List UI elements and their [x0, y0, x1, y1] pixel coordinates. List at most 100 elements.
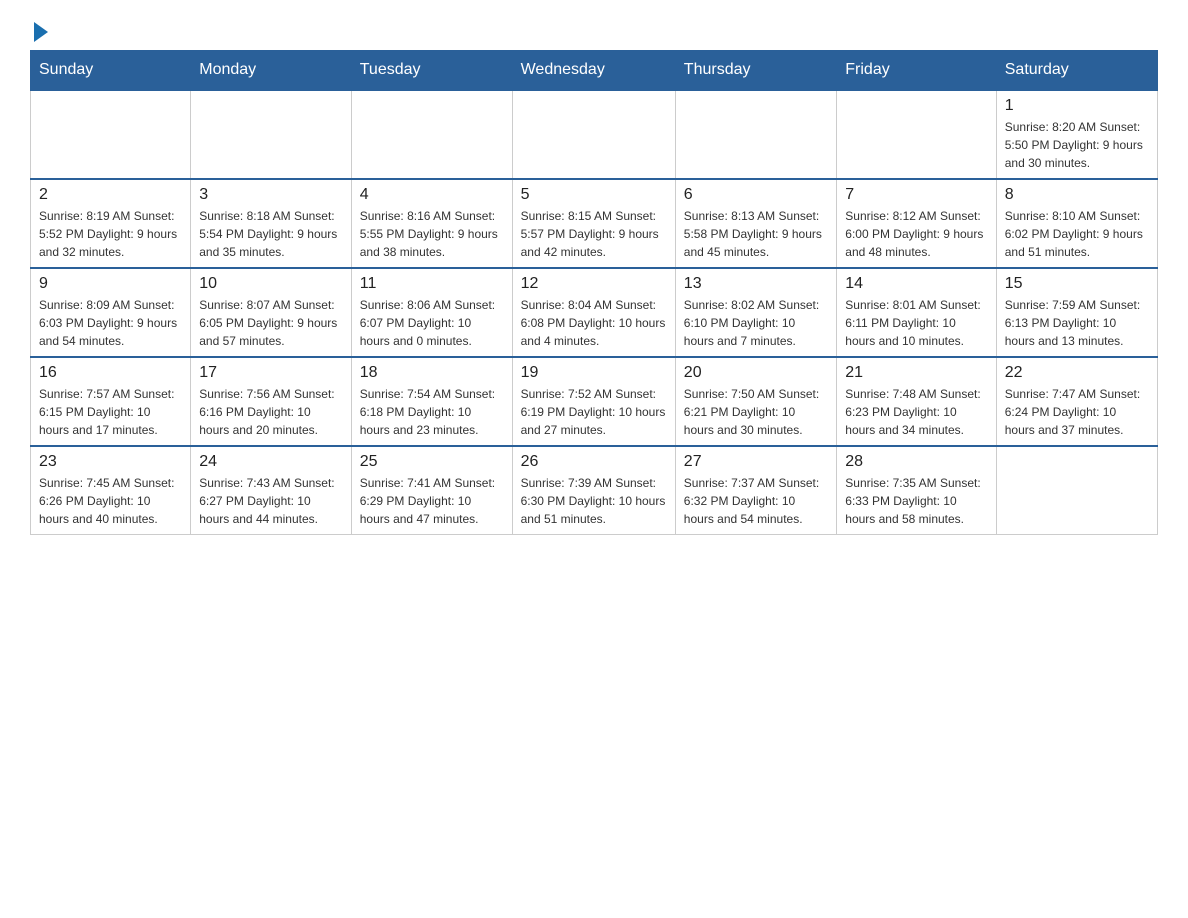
day-info: Sunrise: 8:01 AM Sunset: 6:11 PM Dayligh…: [845, 296, 987, 350]
calendar-cell: 4 Sunrise: 8:16 AM Sunset: 5:55 PM Daylig…: [351, 179, 512, 268]
calendar-cell: [512, 90, 675, 179]
calendar-cell: [31, 90, 191, 179]
day-number: 28: [845, 453, 987, 471]
day-number: 5: [521, 186, 667, 204]
day-number: 15: [1005, 275, 1149, 293]
day-number: 17: [199, 364, 343, 382]
day-info: Sunrise: 7:59 AM Sunset: 6:13 PM Dayligh…: [1005, 296, 1149, 350]
calendar-cell: 11 Sunrise: 8:06 AM Sunset: 6:07 PM Dayli…: [351, 268, 512, 357]
day-info: Sunrise: 7:50 AM Sunset: 6:21 PM Dayligh…: [684, 385, 828, 439]
day-info: Sunrise: 7:37 AM Sunset: 6:32 PM Dayligh…: [684, 474, 828, 528]
weekday-header-sunday: Sunday: [31, 51, 191, 91]
calendar-cell: 2 Sunrise: 8:19 AM Sunset: 5:52 PM Daylig…: [31, 179, 191, 268]
day-number: 2: [39, 186, 182, 204]
calendar-cell: 25 Sunrise: 7:41 AM Sunset: 6:29 PM Dayli…: [351, 446, 512, 535]
calendar-cell: 5 Sunrise: 8:15 AM Sunset: 5:57 PM Daylig…: [512, 179, 675, 268]
day-info: Sunrise: 8:02 AM Sunset: 6:10 PM Dayligh…: [684, 296, 828, 350]
day-info: Sunrise: 7:48 AM Sunset: 6:23 PM Dayligh…: [845, 385, 987, 439]
calendar-cell: 1Sunrise: 8:20 AM Sunset: 5:50 PM Daylig…: [996, 90, 1157, 179]
logo: [30, 20, 48, 40]
calendar-cell: 12 Sunrise: 8:04 AM Sunset: 6:08 PM Dayli…: [512, 268, 675, 357]
day-number: 23: [39, 453, 182, 471]
calendar-cell: 16 Sunrise: 7:57 AM Sunset: 6:15 PM Dayli…: [31, 357, 191, 446]
day-info: Sunrise: 8:19 AM Sunset: 5:52 PM Dayligh…: [39, 207, 182, 261]
day-info: Sunrise: 8:09 AM Sunset: 6:03 PM Dayligh…: [39, 296, 182, 350]
calendar-cell: 9 Sunrise: 8:09 AM Sunset: 6:03 PM Daylig…: [31, 268, 191, 357]
weekday-header-tuesday: Tuesday: [351, 51, 512, 91]
day-number: 16: [39, 364, 182, 382]
calendar-cell: 23 Sunrise: 7:45 AM Sunset: 6:26 PM Dayli…: [31, 446, 191, 535]
calendar-header-row: SundayMondayTuesdayWednesdayThursdayFrid…: [31, 51, 1158, 91]
calendar-cell: 8 Sunrise: 8:10 AM Sunset: 6:02 PM Daylig…: [996, 179, 1157, 268]
day-number: 22: [1005, 364, 1149, 382]
day-number: 12: [521, 275, 667, 293]
day-number: 19: [521, 364, 667, 382]
calendar-cell: 6 Sunrise: 8:13 AM Sunset: 5:58 PM Daylig…: [675, 179, 836, 268]
weekday-header-friday: Friday: [837, 51, 996, 91]
day-info: Sunrise: 7:52 AM Sunset: 6:19 PM Dayligh…: [521, 385, 667, 439]
calendar-week-5: 23 Sunrise: 7:45 AM Sunset: 6:26 PM Dayli…: [31, 446, 1158, 535]
day-info: Sunrise: 7:41 AM Sunset: 6:29 PM Dayligh…: [360, 474, 504, 528]
calendar-week-1: 1Sunrise: 8:20 AM Sunset: 5:50 PM Daylig…: [31, 90, 1158, 179]
day-number: 10: [199, 275, 343, 293]
calendar-table: SundayMondayTuesdayWednesdayThursdayFrid…: [30, 50, 1158, 535]
day-info: Sunrise: 7:43 AM Sunset: 6:27 PM Dayligh…: [199, 474, 343, 528]
calendar-cell: 20 Sunrise: 7:50 AM Sunset: 6:21 PM Dayli…: [675, 357, 836, 446]
day-number: 27: [684, 453, 828, 471]
weekday-header-thursday: Thursday: [675, 51, 836, 91]
calendar-week-4: 16 Sunrise: 7:57 AM Sunset: 6:15 PM Dayli…: [31, 357, 1158, 446]
calendar-cell: 13Sunrise: 8:02 AM Sunset: 6:10 PM Dayli…: [675, 268, 836, 357]
calendar-cell: 24Sunrise: 7:43 AM Sunset: 6:27 PM Dayli…: [191, 446, 352, 535]
day-info: Sunrise: 7:39 AM Sunset: 6:30 PM Dayligh…: [521, 474, 667, 528]
weekday-header-monday: Monday: [191, 51, 352, 91]
calendar-cell: [191, 90, 352, 179]
day-number: 18: [360, 364, 504, 382]
day-number: 21: [845, 364, 987, 382]
day-number: 8: [1005, 186, 1149, 204]
calendar-cell: 10Sunrise: 8:07 AM Sunset: 6:05 PM Dayli…: [191, 268, 352, 357]
calendar-cell: 26 Sunrise: 7:39 AM Sunset: 6:30 PM Dayli…: [512, 446, 675, 535]
day-info: Sunrise: 8:13 AM Sunset: 5:58 PM Dayligh…: [684, 207, 828, 261]
day-info: Sunrise: 8:12 AM Sunset: 6:00 PM Dayligh…: [845, 207, 987, 261]
calendar-cell: 21 Sunrise: 7:48 AM Sunset: 6:23 PM Dayli…: [837, 357, 996, 446]
page-header: [30, 20, 1158, 40]
day-number: 25: [360, 453, 504, 471]
day-info: Sunrise: 7:45 AM Sunset: 6:26 PM Dayligh…: [39, 474, 182, 528]
calendar-cell: 3 Sunrise: 8:18 AM Sunset: 5:54 PM Daylig…: [191, 179, 352, 268]
weekday-header-wednesday: Wednesday: [512, 51, 675, 91]
day-number: 14: [845, 275, 987, 293]
calendar-cell: 28 Sunrise: 7:35 AM Sunset: 6:33 PM Dayli…: [837, 446, 996, 535]
calendar-cell: 7 Sunrise: 8:12 AM Sunset: 6:00 PM Daylig…: [837, 179, 996, 268]
calendar-week-3: 9 Sunrise: 8:09 AM Sunset: 6:03 PM Daylig…: [31, 268, 1158, 357]
calendar-cell: [996, 446, 1157, 535]
day-info: Sunrise: 8:15 AM Sunset: 5:57 PM Dayligh…: [521, 207, 667, 261]
calendar-cell: 22 Sunrise: 7:47 AM Sunset: 6:24 PM Dayli…: [996, 357, 1157, 446]
day-number: 11: [360, 275, 504, 293]
calendar-cell: 18 Sunrise: 7:54 AM Sunset: 6:18 PM Dayli…: [351, 357, 512, 446]
calendar-cell: 27 Sunrise: 7:37 AM Sunset: 6:32 PM Dayli…: [675, 446, 836, 535]
day-info: Sunrise: 7:57 AM Sunset: 6:15 PM Dayligh…: [39, 385, 182, 439]
day-number: 9: [39, 275, 182, 293]
calendar-cell: [837, 90, 996, 179]
calendar-cell: [351, 90, 512, 179]
day-number: 6: [684, 186, 828, 204]
weekday-header-saturday: Saturday: [996, 51, 1157, 91]
day-info: Sunrise: 7:35 AM Sunset: 6:33 PM Dayligh…: [845, 474, 987, 528]
calendar-cell: 14 Sunrise: 8:01 AM Sunset: 6:11 PM Dayli…: [837, 268, 996, 357]
day-number: 7: [845, 186, 987, 204]
day-info: Sunrise: 8:06 AM Sunset: 6:07 PM Dayligh…: [360, 296, 504, 350]
day-info: Sunrise: 8:16 AM Sunset: 5:55 PM Dayligh…: [360, 207, 504, 261]
day-number: 20: [684, 364, 828, 382]
calendar-cell: 15 Sunrise: 7:59 AM Sunset: 6:13 PM Dayli…: [996, 268, 1157, 357]
day-info: Sunrise: 7:54 AM Sunset: 6:18 PM Dayligh…: [360, 385, 504, 439]
calendar-cell: 17Sunrise: 7:56 AM Sunset: 6:16 PM Dayli…: [191, 357, 352, 446]
day-info: Sunrise: 8:04 AM Sunset: 6:08 PM Dayligh…: [521, 296, 667, 350]
day-number: 26: [521, 453, 667, 471]
day-info: Sunrise: 7:47 AM Sunset: 6:24 PM Dayligh…: [1005, 385, 1149, 439]
day-number: 3: [199, 186, 343, 204]
day-number: 1: [1005, 97, 1149, 115]
calendar-cell: [675, 90, 836, 179]
day-info: Sunrise: 8:18 AM Sunset: 5:54 PM Dayligh…: [199, 207, 343, 261]
day-info: Sunrise: 8:10 AM Sunset: 6:02 PM Dayligh…: [1005, 207, 1149, 261]
day-number: 4: [360, 186, 504, 204]
